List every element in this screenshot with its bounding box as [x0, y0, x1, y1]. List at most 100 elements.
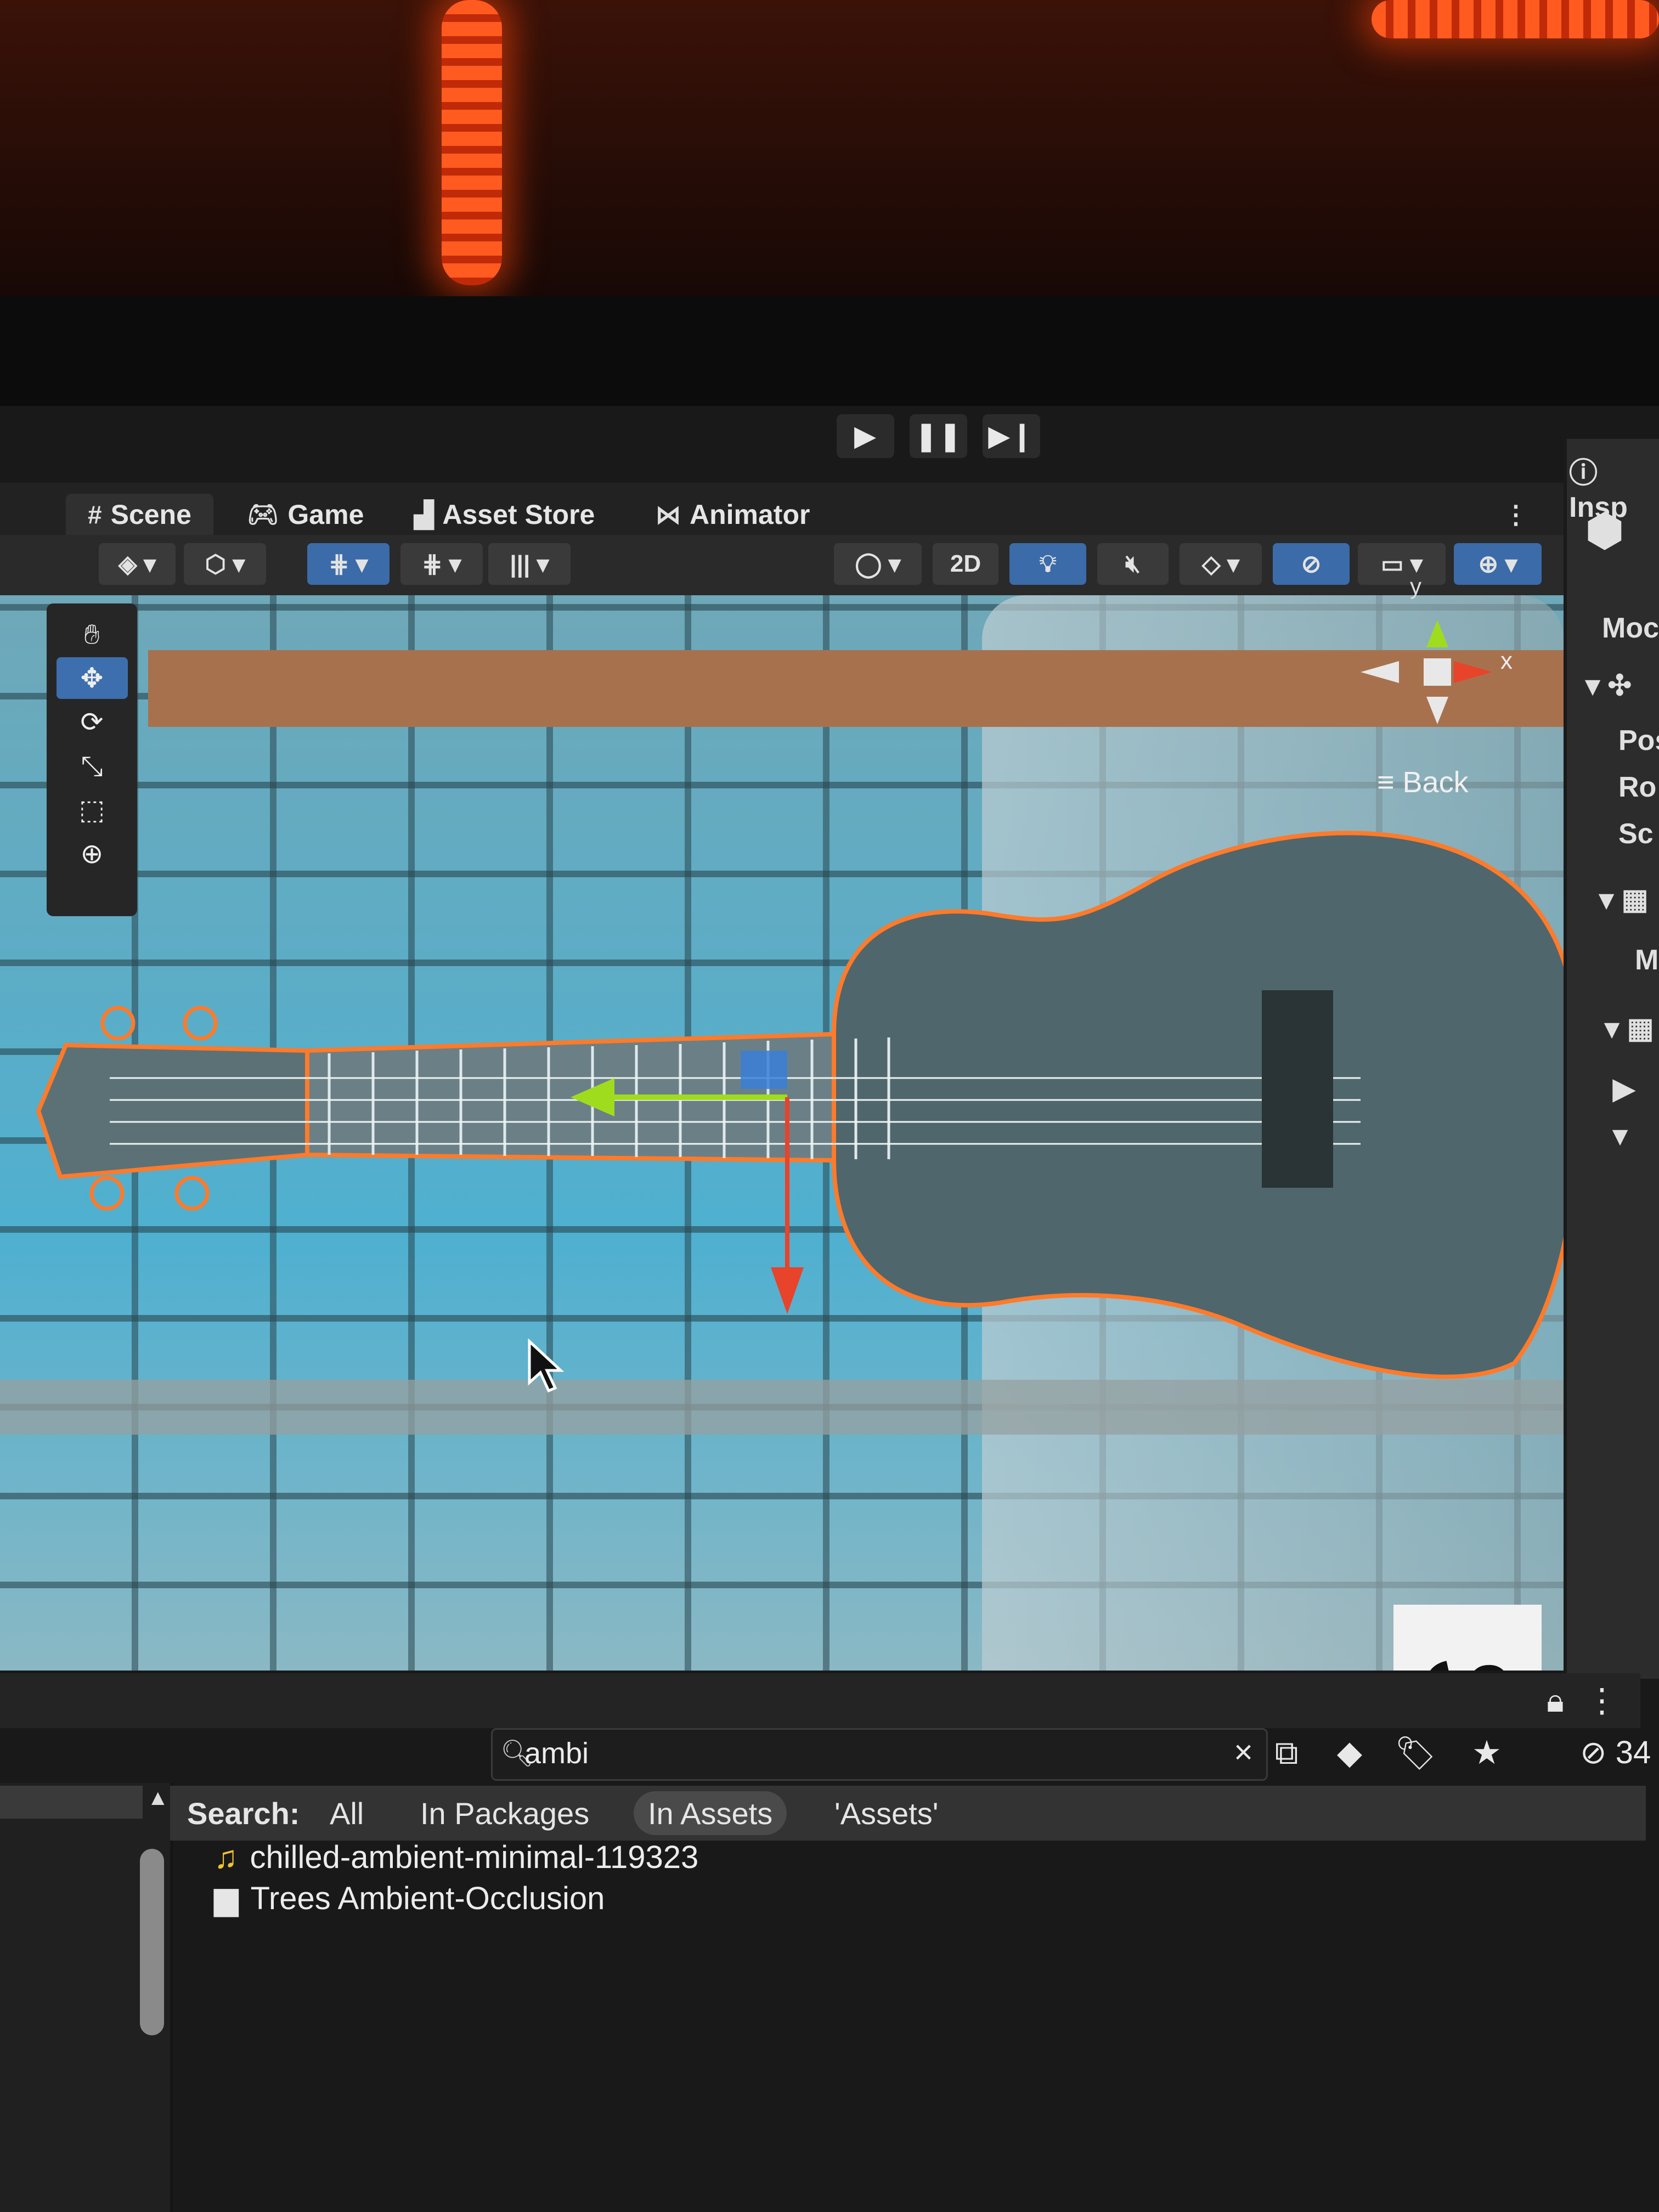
pause-icon: ❚❚ [914, 420, 962, 452]
search-field[interactable]: 🔍︎ ambi × [491, 1728, 1268, 1781]
move-tool[interactable]: ✥ [56, 657, 128, 699]
hidden-packages-toggle[interactable]: ⊘ 34 [1580, 1734, 1651, 1771]
kebab-menu-icon-project[interactable]: ⋮ [1577, 1679, 1627, 1723]
hand-tool[interactable]: ✋︎ [57, 613, 128, 655]
grid-snap-icon: ⋕ ▾ [329, 550, 368, 578]
foldout-arrow-1[interactable]: ▶ [1613, 1073, 1635, 1105]
lightbulb-icon: 💡︎ [1039, 550, 1057, 577]
scale-tool[interactable]: ⤡ [57, 745, 128, 787]
gizmos-dropdown[interactable]: ⊕ ▾ [1454, 543, 1542, 585]
transform-icon: ⊕ [80, 838, 104, 869]
ruler-button[interactable]: ||| ▾ [488, 543, 571, 585]
hidden-count: 34 [1615, 1735, 1651, 1770]
transform-icon-inspector: ▾ ✣ [1585, 670, 1632, 702]
rect-tool[interactable]: ⬚ [57, 789, 128, 831]
draw-mode-dropdown[interactable]: ◯ ▾ [834, 543, 922, 585]
mesh-label: M [1635, 944, 1659, 976]
tab-menu-button[interactable]: ⋮ [1503, 494, 1528, 535]
label-tag-icon[interactable]: 🏷︎ [1391, 1731, 1440, 1775]
foldout-arrow-2[interactable]: ▾ [1613, 1119, 1627, 1152]
visibility-toggle[interactable]: ⊘ [1273, 543, 1350, 585]
step-icon: ▶❙ [988, 420, 1034, 452]
hidden-eye-count-icon: ⊘ [1580, 1735, 1607, 1770]
tab-asset-store[interactable]: ▟ Asset Store [414, 494, 595, 535]
lighting-toggle[interactable]: 💡︎ [1009, 543, 1086, 585]
step-button[interactable]: ▶❙ [982, 414, 1040, 458]
global-local-dropdown[interactable]: ⬡ ▾ [184, 543, 266, 585]
prefab-cube-icon: ⬢ [1585, 506, 1624, 555]
clear-search-icon[interactable]: × [1234, 1733, 1253, 1771]
gizmo-sphere-icon: ⊕ ▾ [1478, 550, 1517, 578]
folder-tree-scrollbar[interactable] [140, 1849, 164, 2035]
grid-snapping-button[interactable]: ⋕ ▾ [307, 543, 390, 585]
tab-game[interactable]: 🎮︎ Game [247, 494, 364, 535]
2d-toggle[interactable]: 2D [933, 543, 998, 585]
result-name: chilled-ambient-minimal-119323 [250, 1839, 699, 1875]
inspector-mode-label: Moc [1602, 612, 1659, 644]
filter-type-icon[interactable]: ◆ [1325, 1731, 1374, 1775]
play-button[interactable]: ▶ [836, 414, 894, 458]
move-icon: ✥ [80, 663, 104, 693]
component-foldout-icon: ▾ ▦ [1605, 1013, 1654, 1045]
view-label[interactable]: ≡ Back [1377, 765, 1469, 799]
folder-tree-row[interactable] [0, 1786, 143, 1819]
hash-icon: # [88, 500, 102, 529]
tool-handle-dropdown[interactable]: ◈ ▾ [99, 543, 176, 585]
mesh-component-icon: ▾ ▦ [1599, 884, 1649, 916]
search-input[interactable]: ambi [524, 1736, 589, 1770]
snap-increment-icon: ⋕ ▾ [422, 550, 461, 578]
scroll-up-arrow[interactable]: ▲ [147, 1786, 169, 1810]
audio-toggle[interactable]: 🔇︎ [1097, 543, 1169, 585]
scale-icon: ⤡ [81, 750, 103, 781]
playback-controls: ▶ ❚❚ ▶❙ [828, 411, 1048, 461]
search-scope-label: Search: [187, 1796, 300, 1831]
effects-dropdown[interactable]: ◇ ▾ [1180, 543, 1262, 585]
pivot-icon: ◈ ▾ [118, 550, 156, 578]
camera-dropdown[interactable]: ▭ ▾ [1358, 543, 1446, 585]
rotation-label: Ro [1618, 771, 1657, 803]
menu-lines-icon: ≡ [1377, 766, 1395, 799]
list-item[interactable]: ▆ Trees Ambient-Occlusion [214, 1876, 605, 1920]
scale-label: Sc [1618, 818, 1654, 850]
tab-asset-store-label: Asset Store [442, 499, 595, 530]
kebab-menu-icon: ⋮ [1503, 500, 1528, 529]
search-by-type-icon[interactable]: ⧉ [1262, 1731, 1311, 1775]
hand-icon: ✋︎ [84, 618, 100, 650]
position-label: Pos [1618, 725, 1659, 757]
tab-animator-label: Animator [690, 499, 810, 530]
gizmo-y-label: y [1410, 573, 1421, 599]
incremental-snap-button[interactable]: ⋕ ▾ [400, 543, 483, 585]
mute-icon: 🔇︎ [1125, 550, 1141, 577]
list-item[interactable]: ♫ chilled-ambient-minimal-119323 [214, 1835, 698, 1879]
2d-label: 2D [950, 550, 981, 577]
animator-icon: ⋈ [656, 500, 681, 529]
tab-scene-label: Scene [110, 499, 191, 530]
guitar-body [832, 831, 1582, 1379]
tool-panel: ✋︎ ✥ ⟳ ⤡ ⬚ ⊕ [47, 603, 137, 916]
layers-icon: ◇ ▾ [1201, 550, 1240, 578]
gizmo-plane-handle [741, 1051, 787, 1089]
result-name: Trees Ambient-Occlusion [250, 1880, 605, 1916]
price-tag: $40 [1393, 1605, 1542, 1671]
tab-animator[interactable]: ⋈ Animator [656, 494, 810, 535]
lock-icon[interactable]: 🔒︎ [1531, 1679, 1580, 1723]
favorite-star-icon[interactable]: ★ [1462, 1731, 1511, 1775]
transform-tool[interactable]: ⊕ [57, 833, 128, 874]
pause-button[interactable]: ❚❚ [909, 414, 967, 458]
price-text: $40 [1392, 1660, 1543, 1671]
view-label-text: Back [1402, 766, 1469, 799]
orientation-gizmo[interactable] [1355, 609, 1520, 730]
filter-all[interactable]: All [315, 1791, 378, 1835]
scene-viewport[interactable]: $40 [0, 595, 1624, 1671]
filter-assets-folder[interactable]: 'Assets' [820, 1791, 952, 1835]
bag-icon: ▟ [414, 500, 434, 529]
tab-scene[interactable]: # Scene [66, 494, 213, 535]
folder-icon: ▆ [214, 1881, 239, 1916]
guitar-headstock [36, 1042, 309, 1180]
hidden-eye-icon: ⊘ [1301, 550, 1322, 578]
rotate-tool[interactable]: ⟳ [57, 701, 128, 743]
filter-in-packages[interactable]: In Packages [406, 1791, 603, 1835]
led-strip [442, 0, 502, 285]
play-icon: ▶ [854, 420, 876, 452]
filter-in-assets[interactable]: In Assets [634, 1791, 787, 1835]
